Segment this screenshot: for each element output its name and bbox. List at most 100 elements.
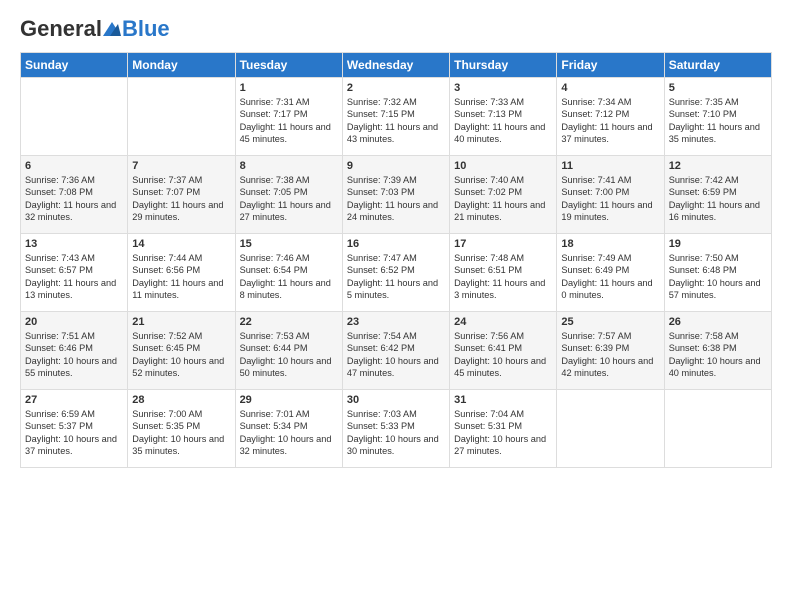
day-info: Sunrise: 7:33 AMSunset: 7:13 PMDaylight:… [454,96,552,146]
day-cell: 16Sunrise: 7:47 AMSunset: 6:52 PMDayligh… [342,234,449,312]
day-number: 1 [240,82,338,94]
day-cell [128,78,235,156]
calendar-table: SundayMondayTuesdayWednesdayThursdayFrid… [20,52,772,468]
header-day-sunday: Sunday [21,53,128,78]
day-info: Sunrise: 7:04 AMSunset: 5:31 PMDaylight:… [454,408,552,458]
day-cell: 26 Sunrise: 7:58 AMSunset: 6:38 PMDayligh… [664,312,771,390]
day-info: Sunrise: 7:01 AMSunset: 5:34 PMDaylight:… [240,408,338,458]
day-info: Sunrise: 7:53 AMSunset: 6:44 PMDaylight:… [240,330,338,380]
day-number: 12 [669,160,767,172]
week-row-4: 20 Sunrise: 7:51 AMSunset: 6:46 PMDayligh… [21,312,772,390]
day-cell: 17 Sunrise: 7:48 AMSunset: 6:51 PMDayligh… [450,234,557,312]
logo-blue: Blue [122,16,170,42]
day-info: Sunrise: 7:43 AMSunset: 6:57 PMDaylight:… [25,252,123,302]
day-info: Sunrise: 7:50 AMSunset: 6:48 PMDaylight:… [669,252,767,302]
day-number: 22 [240,316,338,328]
day-info: Sunrise: 7:37 AMSunset: 7:07 PMDaylight:… [132,174,230,224]
day-cell: 6 Sunrise: 7:36 AMSunset: 7:08 PMDaylight… [21,156,128,234]
day-info: Sunrise: 7:57 AMSunset: 6:39 PMDaylight:… [561,330,659,380]
logo: GeneralBlue [20,16,170,42]
day-cell: 13 Sunrise: 7:43 AMSunset: 6:57 PMDayligh… [21,234,128,312]
day-info: Sunrise: 7:46 AMSunset: 6:54 PMDaylight:… [240,252,338,302]
day-number: 4 [561,82,659,94]
day-info: Sunrise: 7:31 AMSunset: 7:17 PMDaylight:… [240,96,338,146]
week-row-1: 1 Sunrise: 7:31 AMSunset: 7:17 PMDaylight… [21,78,772,156]
day-info: Sunrise: 7:41 AMSunset: 7:00 PMDaylight:… [561,174,659,224]
day-number: 2 [347,82,445,94]
day-info: Sunrise: 7:40 AMSunset: 7:02 PMDaylight:… [454,174,552,224]
logo-icon [102,19,122,39]
day-cell: 30 Sunrise: 7:03 AMSunset: 5:33 PMDayligh… [342,390,449,468]
day-info: Sunrise: 7:32 AMSunset: 7:15 PMDaylight:… [347,96,445,146]
day-cell: 23Sunrise: 7:54 AMSunset: 6:42 PMDayligh… [342,312,449,390]
day-number: 29 [240,394,338,406]
day-cell: 31 Sunrise: 7:04 AMSunset: 5:31 PMDayligh… [450,390,557,468]
day-number: 6 [25,160,123,172]
day-cell: 27Sunrise: 6:59 AMSunset: 5:37 PMDayligh… [21,390,128,468]
day-number: 28 [132,394,230,406]
day-cell: 22 Sunrise: 7:53 AMSunset: 6:44 PMDayligh… [235,312,342,390]
day-cell: 29 Sunrise: 7:01 AMSunset: 5:34 PMDayligh… [235,390,342,468]
day-number: 20 [25,316,123,328]
day-number: 16 [347,238,445,250]
day-cell: 18Sunrise: 7:49 AMSunset: 6:49 PMDayligh… [557,234,664,312]
header-day-wednesday: Wednesday [342,53,449,78]
day-cell [664,390,771,468]
day-info: Sunrise: 7:42 AMSunset: 6:59 PMDaylight:… [669,174,767,224]
day-info: Sunrise: 7:51 AMSunset: 6:46 PMDaylight:… [25,330,123,380]
day-cell: 9Sunrise: 7:39 AMSunset: 7:03 PMDaylight… [342,156,449,234]
day-number: 13 [25,238,123,250]
week-row-5: 27Sunrise: 6:59 AMSunset: 5:37 PMDayligh… [21,390,772,468]
day-cell: 3 Sunrise: 7:33 AMSunset: 7:13 PMDaylight… [450,78,557,156]
day-cell: 8Sunrise: 7:38 AMSunset: 7:05 PMDaylight… [235,156,342,234]
day-cell: 11 Sunrise: 7:41 AMSunset: 7:00 PMDayligh… [557,156,664,234]
day-number: 17 [454,238,552,250]
day-cell: 15 Sunrise: 7:46 AMSunset: 6:54 PMDayligh… [235,234,342,312]
day-cell: 7 Sunrise: 7:37 AMSunset: 7:07 PMDaylight… [128,156,235,234]
day-cell [21,78,128,156]
day-cell: 25 Sunrise: 7:57 AMSunset: 6:39 PMDayligh… [557,312,664,390]
day-info: Sunrise: 7:58 AMSunset: 6:38 PMDaylight:… [669,330,767,380]
day-number: 19 [669,238,767,250]
day-number: 21 [132,316,230,328]
day-info: Sunrise: 7:44 AMSunset: 6:56 PMDaylight:… [132,252,230,302]
week-row-2: 6 Sunrise: 7:36 AMSunset: 7:08 PMDaylight… [21,156,772,234]
day-cell: 1 Sunrise: 7:31 AMSunset: 7:17 PMDaylight… [235,78,342,156]
day-cell: 14 Sunrise: 7:44 AMSunset: 6:56 PMDayligh… [128,234,235,312]
day-cell: 21Sunrise: 7:52 AMSunset: 6:45 PMDayligh… [128,312,235,390]
week-row-3: 13 Sunrise: 7:43 AMSunset: 6:57 PMDayligh… [21,234,772,312]
header-day-tuesday: Tuesday [235,53,342,78]
day-number: 15 [240,238,338,250]
day-number: 3 [454,82,552,94]
day-number: 10 [454,160,552,172]
day-info: Sunrise: 7:48 AMSunset: 6:51 PMDaylight:… [454,252,552,302]
day-number: 24 [454,316,552,328]
day-number: 8 [240,160,338,172]
day-cell [557,390,664,468]
day-info: Sunrise: 7:39 AMSunset: 7:03 PMDaylight:… [347,174,445,224]
day-number: 26 [669,316,767,328]
day-number: 14 [132,238,230,250]
day-number: 31 [454,394,552,406]
day-info: Sunrise: 7:36 AMSunset: 7:08 PMDaylight:… [25,174,123,224]
header-row: SundayMondayTuesdayWednesdayThursdayFrid… [21,53,772,78]
day-number: 7 [132,160,230,172]
day-number: 25 [561,316,659,328]
header-day-friday: Friday [557,53,664,78]
day-info: Sunrise: 7:00 AMSunset: 5:35 PMDaylight:… [132,408,230,458]
day-number: 18 [561,238,659,250]
day-number: 30 [347,394,445,406]
day-info: Sunrise: 7:35 AMSunset: 7:10 PMDaylight:… [669,96,767,146]
day-cell: 5Sunrise: 7:35 AMSunset: 7:10 PMDaylight… [664,78,771,156]
day-info: Sunrise: 7:34 AMSunset: 7:12 PMDaylight:… [561,96,659,146]
header-day-thursday: Thursday [450,53,557,78]
day-number: 27 [25,394,123,406]
day-info: Sunrise: 7:54 AMSunset: 6:42 PMDaylight:… [347,330,445,380]
day-cell: 19 Sunrise: 7:50 AMSunset: 6:48 PMDayligh… [664,234,771,312]
day-cell: 10 Sunrise: 7:40 AMSunset: 7:02 PMDayligh… [450,156,557,234]
calendar-page: GeneralBlue SundayMondayTuesdayWednesday… [0,0,792,612]
day-info: Sunrise: 7:03 AMSunset: 5:33 PMDaylight:… [347,408,445,458]
header: GeneralBlue [20,16,772,42]
header-day-saturday: Saturday [664,53,771,78]
day-number: 11 [561,160,659,172]
